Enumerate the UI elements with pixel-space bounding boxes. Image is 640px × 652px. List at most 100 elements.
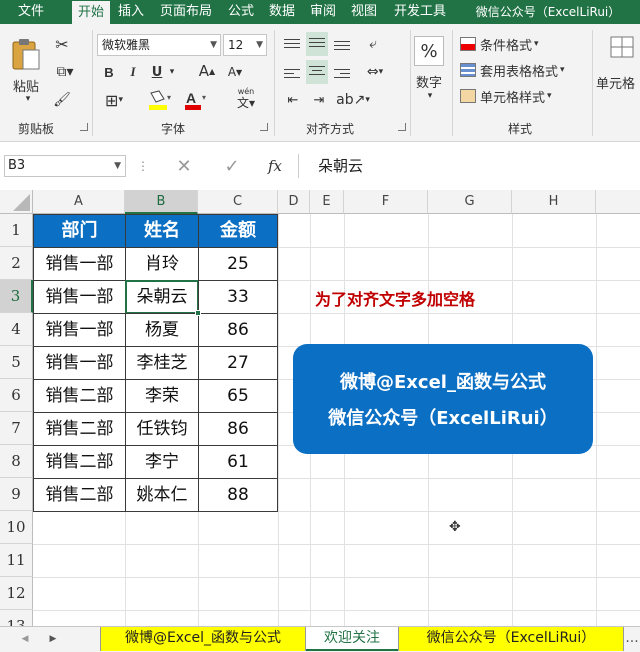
sheet-tab-wechat[interactable]: 微信公众号（ExcelLiRui） xyxy=(398,627,624,651)
align-middle-icon[interactable] xyxy=(306,32,328,56)
column-header-d[interactable]: D xyxy=(278,190,310,214)
name-box[interactable]: B3 ▼ xyxy=(4,155,126,177)
more-options-icon[interactable]: ⋮ xyxy=(137,158,149,174)
decrease-indent-icon[interactable]: ⇤ xyxy=(282,90,304,110)
table-cell[interactable]: 肖玲 xyxy=(125,247,199,281)
table-cell[interactable]: 65 xyxy=(198,379,278,413)
row-header-4[interactable]: 4 xyxy=(0,313,33,346)
insert-function-button[interactable]: fx xyxy=(262,156,288,176)
tab-developer[interactable]: 开发工具 xyxy=(386,0,454,24)
number-format-label[interactable]: 数字 xyxy=(410,72,448,91)
fill-color-button[interactable]: ▾ xyxy=(146,88,174,112)
row-header-10[interactable]: 10 xyxy=(0,511,33,544)
fill-handle[interactable] xyxy=(195,310,201,316)
clipboard-launcher-icon[interactable] xyxy=(80,123,88,131)
format-painter-icon[interactable]: 🖌 xyxy=(52,90,72,110)
percent-button[interactable]: % xyxy=(414,36,444,66)
table-cell[interactable]: 86 xyxy=(198,412,278,446)
table-cell[interactable]: 33 xyxy=(198,280,278,314)
sheet-tab-welcome[interactable]: 欢迎关注 xyxy=(306,627,398,651)
table-cell[interactable]: 销售一部 xyxy=(33,313,126,347)
tab-insert[interactable]: 插入 xyxy=(112,0,150,24)
paste-dropdown-icon[interactable]: ▾ xyxy=(22,94,34,104)
scroll-tabs-right-icon[interactable]: ▶ xyxy=(46,631,60,647)
column-header-c[interactable]: C xyxy=(198,190,278,214)
copy-icon[interactable]: ⧉▾ xyxy=(52,62,78,82)
conditional-format-button[interactable]: 条件格式 ▾ xyxy=(460,34,580,54)
format-as-table-button[interactable]: 套用表格格式 ▾ xyxy=(460,60,590,80)
tab-wechat[interactable]: 微信公众号（ExcelLiRui） xyxy=(456,0,640,24)
table-cell[interactable]: 李荣 xyxy=(125,379,199,413)
table-cell[interactable]: 销售一部 xyxy=(33,280,126,314)
row-header-5[interactable]: 5 xyxy=(0,346,33,379)
scroll-tabs-left-icon[interactable]: ◀ xyxy=(18,631,32,647)
table-cell[interactable]: 销售二部 xyxy=(33,379,126,413)
table-header-cell[interactable]: 金额 xyxy=(198,214,278,248)
align-right-icon[interactable] xyxy=(334,66,350,81)
row-header-1[interactable]: 1 xyxy=(0,214,33,247)
wrap-text-icon[interactable]: ⤶ xyxy=(362,34,384,54)
tab-home[interactable]: 开始 xyxy=(72,1,110,24)
underline-dropdown-icon[interactable]: ▾ xyxy=(166,62,178,82)
table-cell[interactable]: 杨夏 xyxy=(125,313,199,347)
table-cell[interactable]: 86 xyxy=(198,313,278,347)
table-header-cell[interactable]: 部门 xyxy=(33,214,126,248)
tab-page-layout[interactable]: 页面布局 xyxy=(152,0,220,24)
row-header-3[interactable]: 3 xyxy=(0,280,33,313)
align-bottom-icon[interactable] xyxy=(334,38,350,53)
table-header-cell[interactable]: 姓名 xyxy=(125,214,199,248)
row-header-13[interactable]: 13 xyxy=(0,610,33,626)
paste-label[interactable]: 粘贴 xyxy=(6,76,46,95)
table-cell[interactable]: 88 xyxy=(198,478,278,512)
enter-icon[interactable]: ✓ xyxy=(220,156,244,177)
row-header-11[interactable]: 11 xyxy=(0,544,33,577)
column-header-h[interactable]: H xyxy=(512,190,596,214)
cancel-icon[interactable]: ✕ xyxy=(172,156,196,177)
column-header-e[interactable]: E xyxy=(310,190,344,214)
tab-review[interactable]: 审阅 xyxy=(304,0,342,24)
bold-button[interactable]: B xyxy=(100,62,118,82)
column-header-g[interactable]: G xyxy=(428,190,512,214)
number-dropdown-icon[interactable]: ▾ xyxy=(424,90,436,102)
select-all-corner[interactable] xyxy=(0,190,33,214)
alignment-launcher-icon[interactable] xyxy=(398,123,406,131)
table-cell[interactable]: 销售一部 xyxy=(33,346,126,380)
align-left-icon[interactable] xyxy=(284,66,300,81)
cell-styles-button[interactable]: 单元格样式 ▾ xyxy=(460,86,580,106)
table-cell[interactable]: 姚本仁 xyxy=(125,478,199,512)
table-cell[interactable]: 销售一部 xyxy=(33,247,126,281)
column-header-b[interactable]: B xyxy=(125,190,198,214)
cells-icon[interactable] xyxy=(608,32,636,62)
tab-file[interactable]: 文件 xyxy=(0,0,62,24)
row-header-7[interactable]: 7 xyxy=(0,412,33,445)
more-tabs-button[interactable]: ... xyxy=(624,627,640,651)
tab-view[interactable]: 视图 xyxy=(344,0,384,24)
table-cell[interactable]: 61 xyxy=(198,445,278,479)
active-cell-b3[interactable]: 朵朝云 xyxy=(125,280,199,314)
row-header-6[interactable]: 6 xyxy=(0,379,33,412)
cells-group-label[interactable]: 单元格 xyxy=(596,72,640,92)
table-cell[interactable]: 销售二部 xyxy=(33,412,126,446)
table-cell[interactable]: 25 xyxy=(198,247,278,281)
font-launcher-icon[interactable] xyxy=(260,123,268,131)
table-cell[interactable]: 李宁 xyxy=(125,445,199,479)
increase-indent-icon[interactable]: ⇥ xyxy=(308,90,330,110)
sheet-tab-weibo[interactable]: 微博@Excel_函数与公式 xyxy=(100,627,306,651)
row-header-2[interactable]: 2 xyxy=(0,247,33,280)
tab-formulas[interactable]: 公式 xyxy=(222,0,260,24)
row-header-8[interactable]: 8 xyxy=(0,445,33,478)
font-size-select[interactable]: 12 ▼ xyxy=(223,34,267,56)
merge-center-icon[interactable]: ⇔ ▾ xyxy=(360,62,390,82)
font-color-button[interactable]: A ▾ xyxy=(182,88,210,112)
cut-icon[interactable]: ✂ xyxy=(52,34,72,54)
align-center-icon[interactable] xyxy=(306,60,328,84)
column-header-a[interactable]: A xyxy=(33,190,125,214)
table-cell[interactable]: 李桂芝 xyxy=(125,346,199,380)
worksheet-grid[interactable]: A B C D E F G H 1 2 3 4 5 6 7 8 9 10 11 … xyxy=(0,190,640,626)
borders-icon[interactable]: ⊞ ▾ xyxy=(100,90,128,110)
paste-button[interactable] xyxy=(6,30,46,78)
align-top-icon[interactable] xyxy=(284,36,300,51)
table-cell[interactable]: 销售二部 xyxy=(33,445,126,479)
table-cell[interactable]: 任铁钧 xyxy=(125,412,199,446)
shrink-font-button[interactable]: A ▼ xyxy=(226,62,244,82)
